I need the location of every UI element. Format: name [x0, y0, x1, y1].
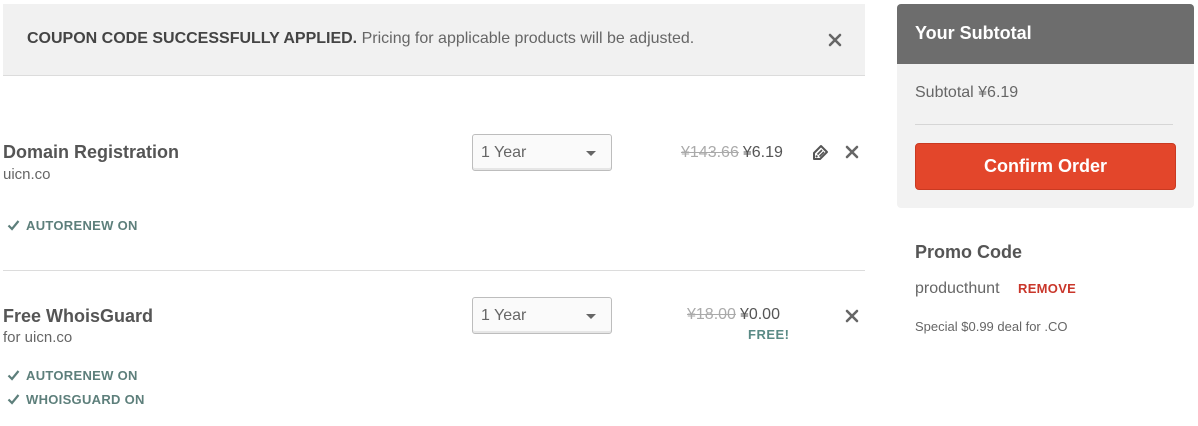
term-select[interactable]: 1 Year [472, 134, 612, 171]
product-domain: uicn.co [3, 166, 51, 183]
tag-icon[interactable] [811, 144, 829, 162]
term-select-value: 1 Year [481, 307, 527, 324]
check-icon [7, 220, 20, 231]
original-price: ¥18.00 [687, 306, 736, 323]
term-select[interactable]: 1 Year [472, 297, 612, 334]
product-price: ¥18.00 ¥0.00 [687, 306, 780, 324]
chevron-down-icon [586, 151, 596, 156]
status-autorenew: AUTORENEW ON [7, 218, 138, 233]
subtotal-panel: Your Subtotal Subtotal ¥6.19 Confirm Ord… [897, 4, 1194, 208]
check-icon [7, 370, 20, 381]
cart-item-domain-registration: Domain Registration uicn.co 1 Year ¥143.… [3, 120, 865, 271]
original-price: ¥143.66 [681, 144, 739, 161]
remove-promo-link[interactable]: REMOVE [1018, 281, 1076, 296]
product-price: ¥143.66 ¥6.19 [681, 144, 783, 162]
applied-promo-code: producthunt [915, 280, 1000, 297]
product-domain: for uicn.co [3, 329, 73, 346]
status-label: AUTORENEW ON [26, 368, 138, 383]
close-icon[interactable] [827, 32, 843, 48]
product-title: Free WhoisGuard [3, 306, 154, 326]
status-label: WHOISGUARD ON [26, 392, 145, 407]
coupon-message: COUPON CODE SUCCESSFULLY APPLIED. Pricin… [27, 30, 694, 48]
status-autorenew: AUTORENEW ON [7, 368, 138, 383]
subtotal-heading: Your Subtotal [897, 4, 1194, 64]
cart-item-whoisguard: Free WhoisGuard for uicn.co 1 Year ¥18.0… [3, 290, 865, 426]
term-select-value: 1 Year [481, 144, 527, 161]
promo-description: Special $0.99 deal for .CO [915, 319, 1068, 334]
discounted-price: ¥6.19 [742, 144, 783, 161]
free-badge: FREE! [748, 327, 790, 342]
promo-code-heading: Promo Code [915, 242, 1023, 262]
divider [915, 124, 1173, 125]
subtotal-amount: Subtotal ¥6.19 [915, 84, 1019, 101]
discounted-price: ¥0.00 [739, 306, 780, 323]
chevron-down-icon [586, 314, 596, 319]
remove-item-icon[interactable] [844, 144, 860, 160]
coupon-banner: COUPON CODE SUCCESSFULLY APPLIED. Pricin… [3, 4, 865, 76]
check-icon [7, 394, 20, 405]
product-title: Domain Registration [3, 142, 180, 162]
coupon-message-detail: Pricing for applicable products will be … [361, 30, 695, 47]
remove-item-icon[interactable] [844, 308, 860, 324]
confirm-order-button[interactable]: Confirm Order [915, 143, 1176, 190]
status-label: AUTORENEW ON [26, 218, 138, 233]
status-whoisguard: WHOISGUARD ON [7, 392, 145, 407]
coupon-message-strong: COUPON CODE SUCCESSFULLY APPLIED. [27, 30, 358, 47]
